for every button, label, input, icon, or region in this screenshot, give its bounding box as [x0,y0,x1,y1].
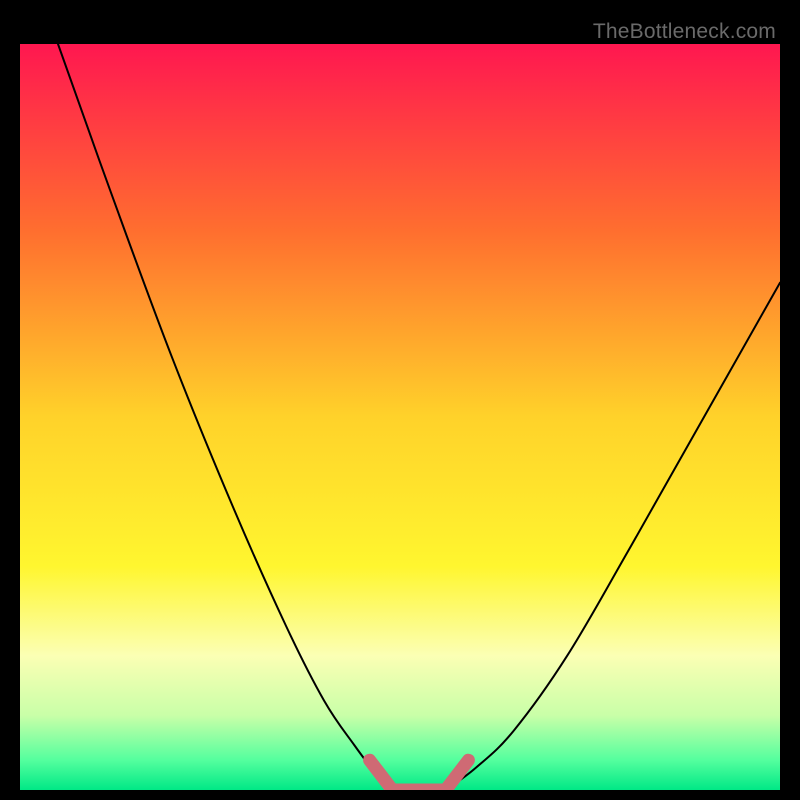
chart-svg [20,44,780,790]
chart-frame: TheBottleneck.com [20,20,780,790]
gradient-background [20,44,780,790]
watermark-text: TheBottleneck.com [593,20,776,44]
chart-plot-area [20,44,780,790]
